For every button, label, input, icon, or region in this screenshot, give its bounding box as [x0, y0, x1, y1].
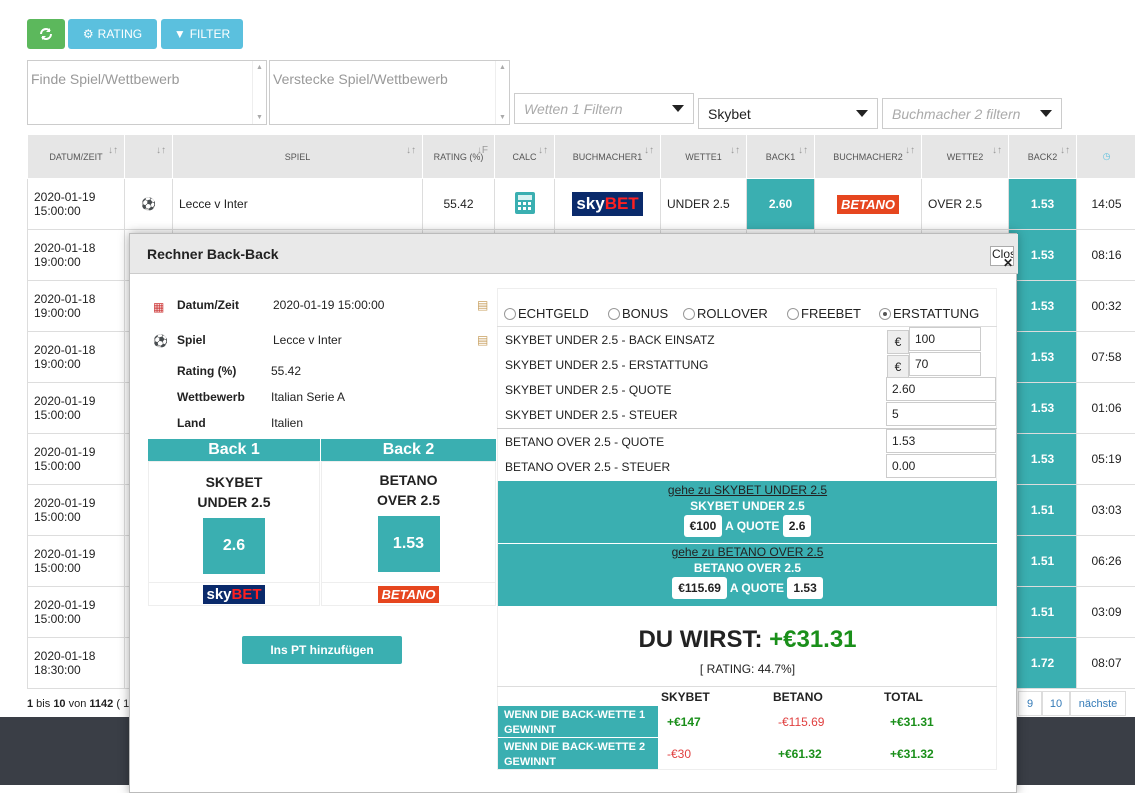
- refresh-button[interactable]: [27, 19, 65, 49]
- funnel-icon: ▼: [174, 27, 186, 41]
- page-10-link[interactable]: 10: [1042, 691, 1070, 716]
- currency-addon: €: [887, 355, 909, 379]
- summary-row2-label: WENN DIE BACK-WETTE 2 GEWINNT: [498, 738, 658, 769]
- tax1-input[interactable]: 5: [886, 402, 996, 426]
- radio-echtgeld[interactable]: ECHTGELD: [504, 306, 589, 321]
- go-to-skybet-link[interactable]: gehe zu SKYBET UNDER 2.5: [498, 483, 997, 497]
- table-row[interactable]: 2020-01-1915:00:00 ⚽ Lecce v Inter 55.42…: [28, 179, 1135, 230]
- result-box: DU WIRST: +€31.31 [ RATING: 44.7%]: [498, 606, 997, 676]
- back2-panel: BETANOOVER 2.5 1.53: [321, 461, 496, 583]
- refresh-icon: [39, 27, 53, 41]
- col-rating[interactable]: RATING (%)↓F: [423, 135, 495, 179]
- col-game[interactable]: SPIEL↓↑: [173, 135, 423, 179]
- bookmaker2-select[interactable]: Buchmacher 2 filtern: [882, 98, 1062, 129]
- skybet-logo: skyBET: [148, 582, 320, 606]
- radio-erstattung[interactable]: ERSTATTUNG: [879, 306, 979, 321]
- col-bm1[interactable]: BUCHMACHER1↓↑: [555, 135, 661, 179]
- col-back2[interactable]: BACK2↓↑: [1009, 135, 1077, 179]
- cogs-icon: ⚙: [83, 27, 94, 41]
- close-icon[interactable]: ✕: [1003, 256, 1013, 270]
- back1-panel: SKYBETUNDER 2.5 2.6: [148, 461, 320, 583]
- calculator-modal: Rechner Back-Back Close ✕ ▦ Datum/Zeit 2…: [129, 233, 1017, 793]
- stake-input[interactable]: 100: [909, 327, 981, 351]
- copy-icon[interactable]: ▤: [477, 333, 488, 347]
- radio-rollover[interactable]: ROLLOVER: [683, 306, 768, 321]
- clock-icon: ◷: [1103, 151, 1111, 161]
- col-calc[interactable]: CALC↓↑: [495, 135, 555, 179]
- currency-addon: €: [887, 330, 909, 354]
- chevron-down-icon: [1040, 110, 1052, 117]
- radio-freebet[interactable]: FREEBET: [787, 306, 861, 321]
- go-to-betano-link[interactable]: gehe zu BETANO OVER 2.5: [498, 545, 997, 559]
- chevron-down-icon: [856, 110, 868, 117]
- find-game-input[interactable]: Finde Spiel/Wettbewerb▲▼: [27, 60, 267, 125]
- go-to-skybet-block: gehe zu SKYBET UNDER 2.5 SKYBET UNDER 2.…: [498, 481, 997, 543]
- betano-logo: BETANO: [321, 582, 496, 606]
- back1-header: Back 1: [148, 439, 320, 461]
- radio-bonus[interactable]: BONUS: [608, 306, 668, 321]
- scrollbar[interactable]: ▲▼: [252, 61, 266, 124]
- col-back1[interactable]: BACK1↓↑: [747, 135, 815, 179]
- scrollbar[interactable]: ▲▼: [495, 61, 509, 124]
- back2-header: Back 2: [321, 439, 496, 461]
- col-timer[interactable]: ◷: [1077, 135, 1135, 179]
- rating-button[interactable]: ⚙RATING: [68, 19, 157, 49]
- next-page-link[interactable]: nächste: [1070, 691, 1126, 716]
- chevron-down-icon: [672, 105, 684, 112]
- summary-row1-label: WENN DIE BACK-WETTE 1 GEWINNT: [498, 706, 658, 737]
- col-bet1[interactable]: WETTE1↓↑: [661, 135, 747, 179]
- add-to-portfolio-button[interactable]: Ins PT hinzufügen: [242, 636, 402, 664]
- page-9-link[interactable]: 9: [1018, 691, 1042, 716]
- col-bm2[interactable]: BUCHMACHER2↓↑: [815, 135, 922, 179]
- pager-info: 1 bis 10 von 1142 ( 1: [27, 698, 129, 710]
- quote2-input[interactable]: 1.53: [886, 429, 996, 453]
- soccer-ball-icon: ⚽: [125, 179, 173, 230]
- calendar-icon: ▦: [153, 300, 164, 314]
- calculator-icon[interactable]: [495, 179, 555, 230]
- back1-odd: 2.6: [203, 518, 265, 574]
- col-sport[interactable]: ↓↑: [125, 135, 173, 179]
- filter-button[interactable]: ▼FILTER: [161, 19, 243, 49]
- quote1-input[interactable]: 2.60: [886, 377, 996, 401]
- betano-logo: BETANO: [815, 179, 922, 230]
- skybet-logo: skyBET: [555, 179, 661, 230]
- col-bet2[interactable]: WETTE2↓↑: [922, 135, 1009, 179]
- hide-game-input[interactable]: Verstecke Spiel/Wettbewerb▲▼: [269, 60, 510, 125]
- go-to-betano-block: gehe zu BETANO OVER 2.5 BETANO OVER 2.5 …: [498, 544, 997, 606]
- back2-odd: 1.53: [378, 516, 440, 572]
- modal-title: Rechner Back-Back: [130, 234, 1018, 274]
- soccer-ball-icon: ⚽: [153, 334, 168, 348]
- copy-icon[interactable]: ▤: [477, 298, 488, 312]
- tax2-input[interactable]: 0.00: [886, 454, 996, 478]
- refund-input[interactable]: 70: [909, 352, 981, 376]
- bets-filter-select[interactable]: Wetten 1 Filtern: [514, 93, 694, 124]
- col-date[interactable]: DATUM/ZEIT↓↑: [28, 135, 125, 179]
- bookmaker1-select[interactable]: Skybet: [698, 98, 878, 129]
